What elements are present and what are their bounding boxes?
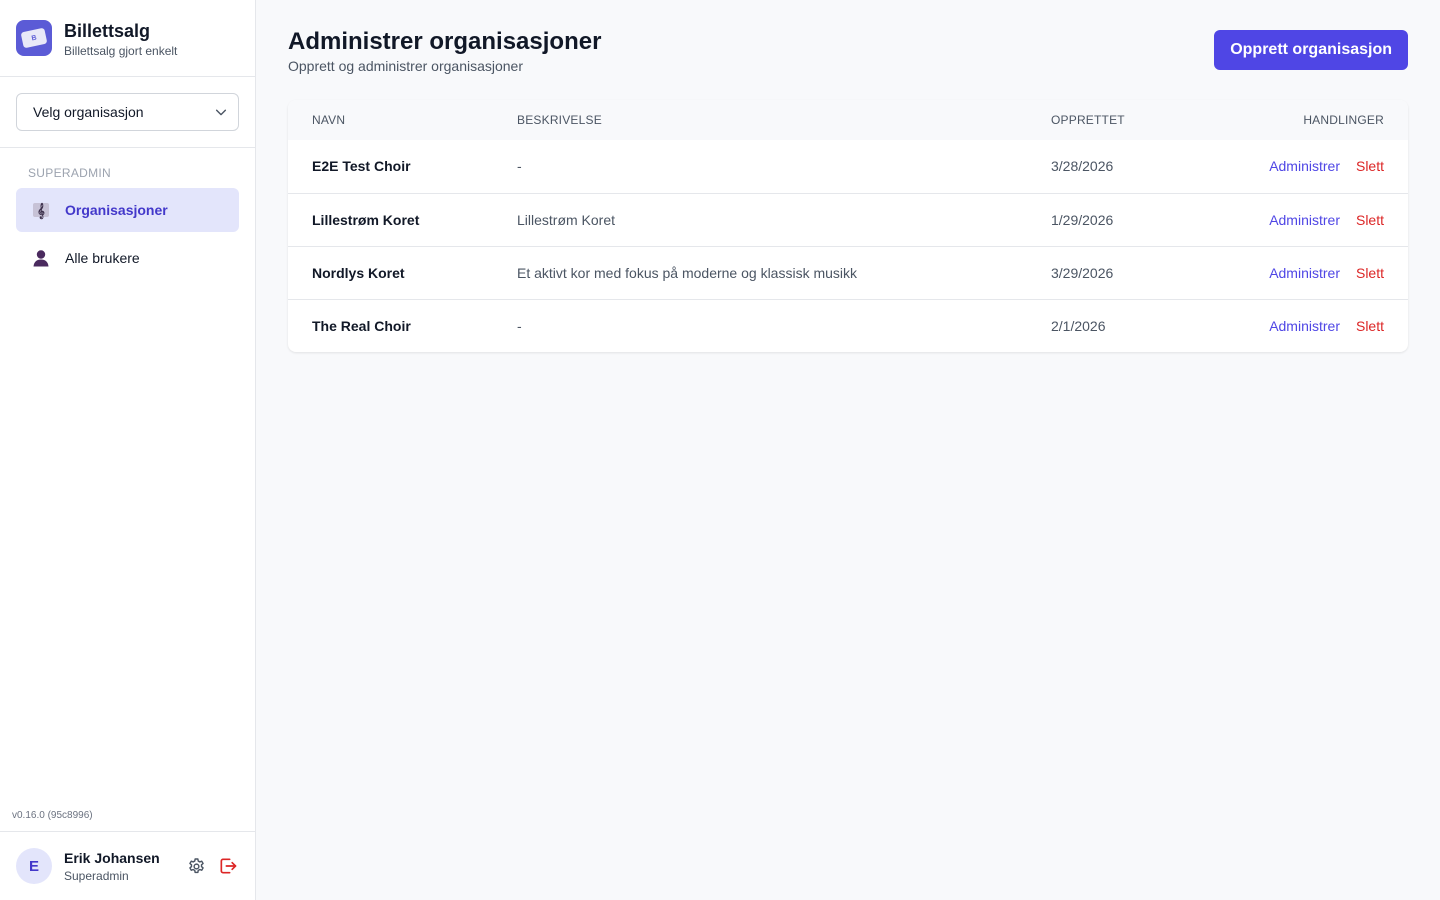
user-bar: E Erik Johansen Superadmin [0, 831, 255, 900]
logo-ticket: B [20, 27, 48, 49]
org-created: 2/1/2026 [1051, 317, 1106, 334]
brand-subtitle: Billettsalg gjort enkelt [64, 44, 178, 58]
column-header-created: OPPRETTET [1051, 113, 1125, 127]
delete-link[interactable]: Slett [1356, 212, 1384, 228]
org-name: Nordlys Koret [312, 264, 405, 281]
app-root: B Billettsalg Billettsalg gjort enkelt V… [0, 0, 1440, 900]
org-created: 3/29/2026 [1051, 264, 1114, 281]
row-actions: Administrer Slett [1197, 246, 1408, 299]
user-name: Erik Johansen [64, 849, 160, 866]
delete-link[interactable]: Slett [1356, 265, 1384, 281]
sidebar-nav: 𝄞 Organisasjoner Alle brukere [0, 188, 255, 280]
version-label: v0.16.0 (95c8996) [12, 810, 93, 821]
user-info: Erik Johansen Superadmin [64, 850, 175, 883]
brand-header: B Billettsalg Billettsalg gjort enkelt [0, 0, 255, 77]
manage-link[interactable]: Administrer [1269, 265, 1340, 281]
section-label-superadmin: SUPERADMIN [28, 166, 112, 180]
svg-text:𝄞: 𝄞 [37, 203, 45, 220]
org-name: E2E Test Choir [312, 158, 411, 175]
row-actions: Administrer Slett [1197, 193, 1408, 246]
page-heading: Administrer organisasjoner Opprett og ad… [288, 28, 601, 74]
table-row: The Real Choir - 2/1/2026 Administrer Sle… [288, 299, 1408, 352]
organizations-table: NAVN BESKRIVELSE OPPRETTET HANDLINGER E2… [288, 100, 1408, 352]
delete-link[interactable]: Slett [1356, 158, 1384, 174]
row-actions: Administrer Slett [1197, 299, 1408, 352]
user-role: Superadmin [64, 868, 129, 883]
table-row: Lillestrøm Koret Lillestrøm Koret 1/29/2… [288, 193, 1408, 246]
page-subtitle: Opprett og administrer organisasjoner [288, 58, 524, 74]
sidebar-item-label: Alle brukere [65, 250, 140, 266]
sidebar-item-organisasjoner[interactable]: 𝄞 Organisasjoner [16, 188, 239, 232]
column-header-name: NAVN [312, 113, 346, 127]
create-organization-button[interactable]: Opprett organisasjon [1214, 30, 1408, 70]
logout-icon [220, 858, 237, 874]
organizations-table-card: NAVN BESKRIVELSE OPPRETTET HANDLINGER E2… [288, 100, 1408, 352]
treble-clef-icon: 𝄞 [30, 199, 52, 221]
org-select-wrapper: Velg organisasjon [0, 77, 255, 148]
page-header: Administrer organisasjoner Opprett og ad… [288, 28, 1408, 100]
delete-link[interactable]: Slett [1356, 318, 1384, 334]
settings-button[interactable] [185, 855, 207, 877]
org-created: 3/28/2026 [1051, 158, 1114, 175]
sidebar-item-label: Organisasjoner [65, 202, 168, 218]
brand-text: Billettsalg Billettsalg gjort enkelt [64, 20, 177, 58]
manage-link[interactable]: Administrer [1269, 158, 1340, 174]
org-description: - [517, 158, 522, 175]
org-description: Lillestrøm Koret [517, 211, 616, 228]
column-header-description: BESKRIVELSE [517, 113, 602, 127]
organization-select-value: Velg organisasjon [33, 104, 144, 120]
user-icon [30, 247, 52, 269]
table-body: E2E Test Choir - 3/28/2026 Administrer Sl… [288, 140, 1408, 352]
chevron-down-icon [215, 109, 227, 116]
page-title: Administrer organisasjoner [288, 28, 602, 55]
org-description: - [517, 317, 522, 334]
table-header: NAVN BESKRIVELSE OPPRETTET HANDLINGER [288, 100, 1408, 140]
table-row: E2E Test Choir - 3/28/2026 Administrer Sl… [288, 140, 1408, 193]
sidebar-item-alle-brukere[interactable]: Alle brukere [16, 236, 239, 280]
org-created: 1/29/2026 [1051, 211, 1114, 228]
organization-select[interactable]: Velg organisasjon [16, 93, 239, 131]
manage-link[interactable]: Administrer [1269, 318, 1340, 334]
row-actions: Administrer Slett [1197, 140, 1408, 193]
column-header-actions: HANDLINGER [1303, 113, 1384, 127]
sidebar: B Billettsalg Billettsalg gjort enkelt V… [0, 0, 256, 900]
org-name: Lillestrøm Koret [312, 211, 420, 228]
gear-icon [188, 857, 204, 873]
avatar: E [16, 848, 52, 884]
org-name: The Real Choir [312, 317, 411, 334]
main-content: Administrer organisasjoner Opprett og ad… [256, 0, 1440, 900]
logout-button[interactable] [217, 855, 239, 877]
manage-link[interactable]: Administrer [1269, 212, 1340, 228]
table-row: Nordlys Koret Et aktivt kor med fokus på… [288, 246, 1408, 299]
brand-title: Billettsalg [64, 21, 151, 41]
org-description: Et aktivt kor med fokus på moderne og kl… [517, 264, 858, 281]
ticket-logo-icon: B [16, 20, 52, 56]
